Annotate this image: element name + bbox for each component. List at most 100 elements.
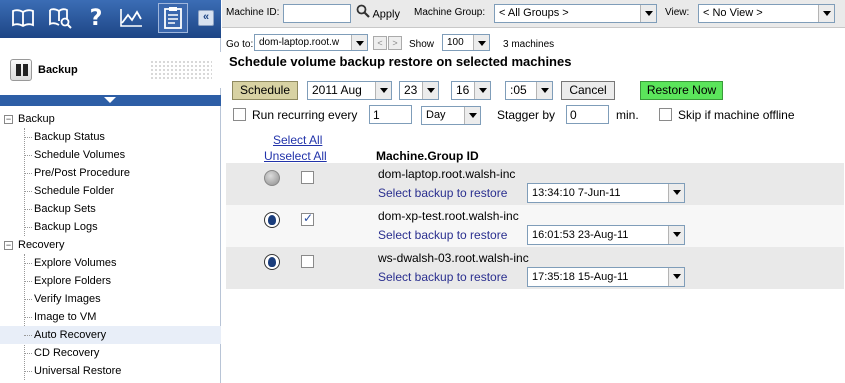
- day-value: 23: [404, 83, 418, 97]
- nav-item-backup-logs[interactable]: Backup Logs: [0, 218, 221, 236]
- previous-page-button[interactable]: <: [373, 36, 387, 50]
- left-navigation-pane: ? « Backup − Backup Backup Status Schedu…: [0, 0, 221, 383]
- next-page-button[interactable]: >: [388, 36, 402, 50]
- line-chart-icon[interactable]: [118, 5, 144, 31]
- backup-timestamp-value: 17:35:18 15-Aug-11: [532, 271, 629, 283]
- nav-item-explore-folders[interactable]: Explore Folders: [0, 272, 221, 290]
- machine-select-checkbox[interactable]: [301, 255, 314, 268]
- collapse-toggle-icon[interactable]: −: [4, 241, 13, 250]
- agent-status-icon: [264, 254, 280, 270]
- nav-collapse-bar[interactable]: [0, 95, 221, 106]
- search-icon: [356, 4, 370, 25]
- main-content: Machine ID: Apply Machine Group: < All G…: [222, 0, 845, 383]
- goto-value: dom-laptop.root.w: [259, 37, 340, 48]
- run-recurring-checkbox[interactable]: [233, 108, 246, 121]
- nav-item-pre-post-procedure[interactable]: Pre/Post Procedure: [0, 164, 221, 182]
- nav-item-schedule-folder[interactable]: Schedule Folder: [0, 182, 221, 200]
- machine-select-checkbox[interactable]: [301, 211, 314, 226]
- machine-id-input[interactable]: [283, 4, 351, 23]
- nav-item-schedule-volumes[interactable]: Schedule Volumes: [0, 146, 221, 164]
- select-all-link[interactable]: Select All: [273, 133, 322, 147]
- select-backup-label: Select backup to restore: [378, 186, 508, 200]
- nav-item-backup-status[interactable]: Backup Status: [0, 128, 221, 146]
- cancel-button[interactable]: Cancel: [561, 81, 615, 100]
- chevron-down-icon: [351, 35, 367, 50]
- book-icon[interactable]: [10, 5, 36, 31]
- chevron-down-icon: [104, 97, 116, 103]
- column-header-machine-group-id: Machine.Group ID: [376, 149, 479, 163]
- stagger-input[interactable]: [566, 105, 609, 124]
- goto-label: Go to:: [226, 39, 254, 50]
- module-header: Backup: [0, 52, 221, 88]
- apply-label: Apply: [372, 8, 400, 21]
- apply-button[interactable]: Apply: [356, 4, 400, 23]
- chevron-down-icon: [536, 82, 552, 99]
- backup-timestamp-value: 13:34:10 7-Jun-11: [532, 187, 621, 199]
- recurring-interval-input[interactable]: [369, 105, 412, 124]
- month-select[interactable]: 2011 Aug: [307, 81, 392, 100]
- backup-module-icon: [10, 59, 32, 81]
- machine-count: 3 machines: [503, 39, 555, 50]
- chevron-down-icon: [464, 107, 480, 124]
- month-value: 2011 Aug: [312, 83, 362, 97]
- tree-group-label: Recovery: [18, 239, 65, 251]
- collapse-toggle-icon[interactable]: −: [4, 115, 13, 124]
- chevron-down-icon: [668, 184, 684, 202]
- nav-item-image-to-vm[interactable]: Image to VM: [0, 308, 221, 326]
- stagger-label: Stagger by: [497, 108, 556, 122]
- book-search-icon[interactable]: [47, 5, 73, 31]
- help-question-icon[interactable]: ?: [83, 5, 109, 31]
- page-size-value: 100: [447, 37, 464, 48]
- restore-now-button[interactable]: Restore Now: [640, 81, 723, 100]
- backup-timestamp-select[interactable]: 13:34:10 7-Jun-11: [527, 183, 685, 203]
- nav-item-explore-volumes[interactable]: Explore Volumes: [0, 254, 221, 272]
- nav-item-universal-restore[interactable]: Universal Restore: [0, 362, 221, 380]
- machine-group-label: Machine Group:: [414, 7, 486, 18]
- machine-id-label: Machine ID:: [226, 7, 280, 18]
- view-select[interactable]: < No View >: [698, 4, 835, 23]
- hour-select[interactable]: 16: [451, 81, 491, 100]
- minute-select[interactable]: :05: [505, 81, 553, 100]
- chevron-down-icon: [375, 82, 391, 99]
- hour-value: 16: [456, 83, 470, 97]
- chevron-down-icon: [818, 5, 834, 22]
- chevron-down-icon: [473, 35, 489, 50]
- machine-row: ws-dwalsh-03.root.walsh-inc Select backu…: [226, 247, 844, 289]
- nav-item-cd-recovery[interactable]: CD Recovery: [0, 344, 221, 362]
- backup-timestamp-value: 16:01:53 23-Aug-11: [532, 229, 629, 241]
- tree-group-backup[interactable]: − Backup: [0, 110, 221, 128]
- module-toolbar: ? «: [0, 0, 221, 38]
- chevron-down-icon: [668, 226, 684, 244]
- schedule-button[interactable]: Schedule: [232, 81, 298, 100]
- day-select[interactable]: 23: [399, 81, 439, 100]
- collapse-pane-button[interactable]: «: [198, 10, 214, 26]
- view-value: < No View >: [703, 7, 763, 19]
- backup-timestamp-select[interactable]: 17:35:18 15-Aug-11: [527, 267, 685, 287]
- page-title: Schedule volume backup restore on select…: [229, 54, 572, 69]
- offline-status-icon: [264, 170, 280, 186]
- recurring-unit-select[interactable]: Day: [421, 106, 481, 125]
- machine-filter-bar: Machine ID: Apply Machine Group: < All G…: [222, 0, 845, 28]
- machine-name: dom-xp-test.root.walsh-inc: [378, 209, 519, 223]
- tree-group-label: Backup: [18, 113, 55, 125]
- machine-name: dom-laptop.root.walsh-inc: [378, 167, 516, 181]
- machine-row: dom-xp-test.root.walsh-inc Select backup…: [226, 205, 844, 247]
- goto-machine-select[interactable]: dom-laptop.root.w: [254, 34, 368, 51]
- skip-offline-label: Skip if machine offline: [678, 108, 795, 122]
- nav-item-backup-sets[interactable]: Backup Sets: [0, 200, 221, 218]
- machine-group-select[interactable]: < All Groups >: [494, 4, 657, 23]
- tree-group-recovery[interactable]: − Recovery: [0, 236, 221, 254]
- view-label: View:: [665, 7, 690, 18]
- chevron-down-icon: [640, 5, 656, 22]
- machine-name: ws-dwalsh-03.root.walsh-inc: [378, 251, 529, 265]
- backup-timestamp-select[interactable]: 16:01:53 23-Aug-11: [527, 225, 685, 245]
- skip-offline-checkbox[interactable]: [659, 108, 672, 121]
- nav-item-verify-images[interactable]: Verify Images: [0, 290, 221, 308]
- nav-item-auto-recovery[interactable]: Auto Recovery: [0, 326, 221, 344]
- chevron-down-icon: [422, 82, 438, 99]
- machine-select-checkbox[interactable]: [301, 171, 314, 184]
- unselect-all-link[interactable]: Unselect All: [264, 149, 327, 163]
- page-size-select[interactable]: 100: [442, 34, 490, 51]
- select-backup-label: Select backup to restore: [378, 270, 508, 284]
- clipboard-icon[interactable]: [158, 3, 188, 33]
